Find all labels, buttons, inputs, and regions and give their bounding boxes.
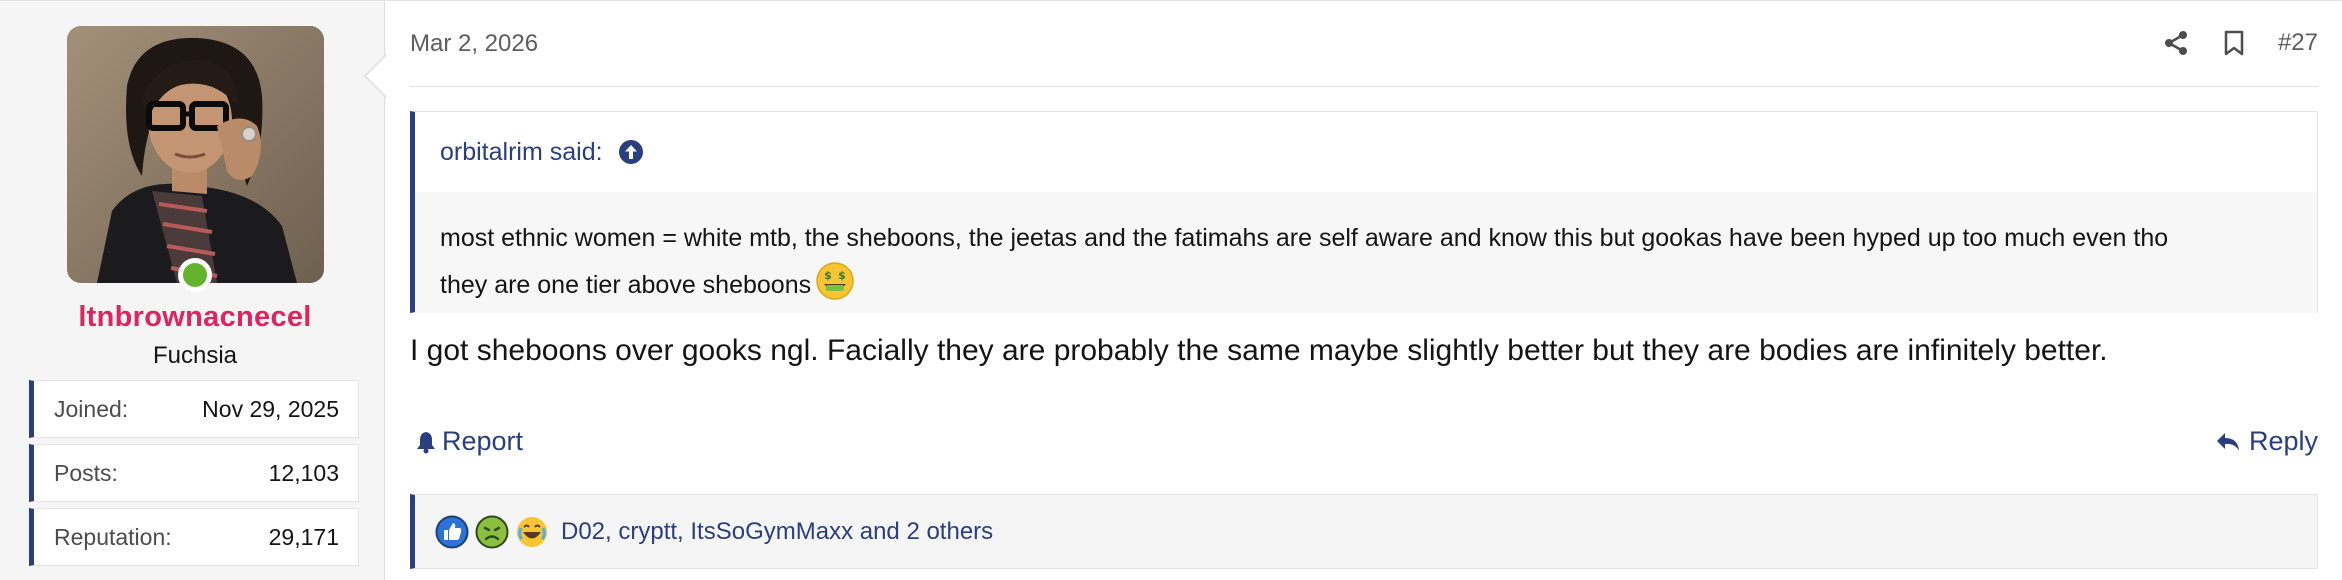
stat-label: Joined: bbox=[54, 396, 129, 422]
sick-face-icon bbox=[475, 515, 509, 548]
report-label: Report bbox=[442, 426, 524, 456]
quote-text: they are one tier above sheboons bbox=[440, 271, 812, 299]
stat-reputation: Reputation: 29,171 bbox=[29, 508, 359, 566]
post-main: Mar 2, 2026 #27 orbitalrim said: most et… bbox=[386, 1, 2342, 580]
post-date[interactable]: Mar 2, 2026 bbox=[410, 30, 538, 58]
bell-icon bbox=[417, 431, 435, 453]
post-message: I got sheboons over gooks ngl. Facially … bbox=[410, 334, 2108, 367]
quote-author-link[interactable]: orbitalrim said: bbox=[440, 138, 603, 167]
quote-text-line: most ethnic women = white mtb, the shebo… bbox=[440, 224, 2169, 252]
stat-value: Nov 29, 2025 bbox=[202, 396, 339, 422]
post-number-link[interactable]: #27 bbox=[2278, 29, 2318, 57]
forum-post: ltnbrownacnecel Fuchsia Joined: Nov 29, … bbox=[0, 0, 2342, 580]
quote-text-line-2: they are one tier above sheboons $ $ bbox=[440, 261, 2292, 308]
reaction-users-link[interactable]: D02, cryptt, ItsSoGymMaxx and 2 others bbox=[561, 518, 993, 546]
user-title: Fuchsia bbox=[152, 342, 238, 369]
user-info-panel: ltnbrownacnecel Fuchsia Joined: Nov 29, … bbox=[0, 1, 386, 580]
svg-text:$: $ bbox=[838, 269, 846, 282]
quote-body: most ethnic women = white mtb, the shebo… bbox=[415, 192, 2317, 313]
user-arrow bbox=[366, 56, 386, 96]
avatar[interactable] bbox=[67, 26, 324, 283]
reactions-bar[interactable]: D02, cryptt, ItsSoGymMaxx and 2 others bbox=[410, 494, 2318, 569]
like-icon bbox=[435, 515, 469, 548]
avatar-image bbox=[67, 26, 324, 283]
header-divider bbox=[410, 86, 2318, 87]
user-stats: Joined: Nov 29, 2025 Posts: 12,103 Reput… bbox=[29, 380, 359, 572]
bookmark-icon[interactable] bbox=[2220, 29, 2248, 57]
online-status-indicator bbox=[178, 258, 212, 292]
share-icon[interactable] bbox=[2162, 29, 2190, 57]
reply-label: Reply bbox=[2248, 426, 2318, 456]
report-button[interactable]: Report bbox=[416, 426, 523, 457]
money-mouth-face-emoji-icon: $ $ bbox=[815, 261, 855, 301]
stat-label: Posts: bbox=[54, 460, 118, 486]
reply-button[interactable]: Reply bbox=[2215, 426, 2318, 457]
quote-block: orbitalrim said: most ethnic women = whi… bbox=[410, 111, 2318, 313]
reply-icon bbox=[2216, 432, 2239, 451]
stat-value: 12,103 bbox=[268, 460, 339, 486]
stat-label: Reputation: bbox=[54, 524, 172, 550]
post-actions: #27 bbox=[2162, 25, 2318, 61]
stat-value: 29,171 bbox=[268, 524, 339, 550]
quote-header: orbitalrim said: bbox=[415, 112, 2317, 192]
jump-to-quote-icon[interactable] bbox=[617, 138, 645, 166]
username[interactable]: ltnbrownacnecel bbox=[0, 301, 390, 334]
stat-posts: Posts: 12,103 bbox=[29, 444, 359, 502]
laughing-face-icon bbox=[517, 516, 547, 547]
svg-text:$: $ bbox=[824, 269, 832, 282]
stat-joined: Joined: Nov 29, 2025 bbox=[29, 380, 359, 438]
